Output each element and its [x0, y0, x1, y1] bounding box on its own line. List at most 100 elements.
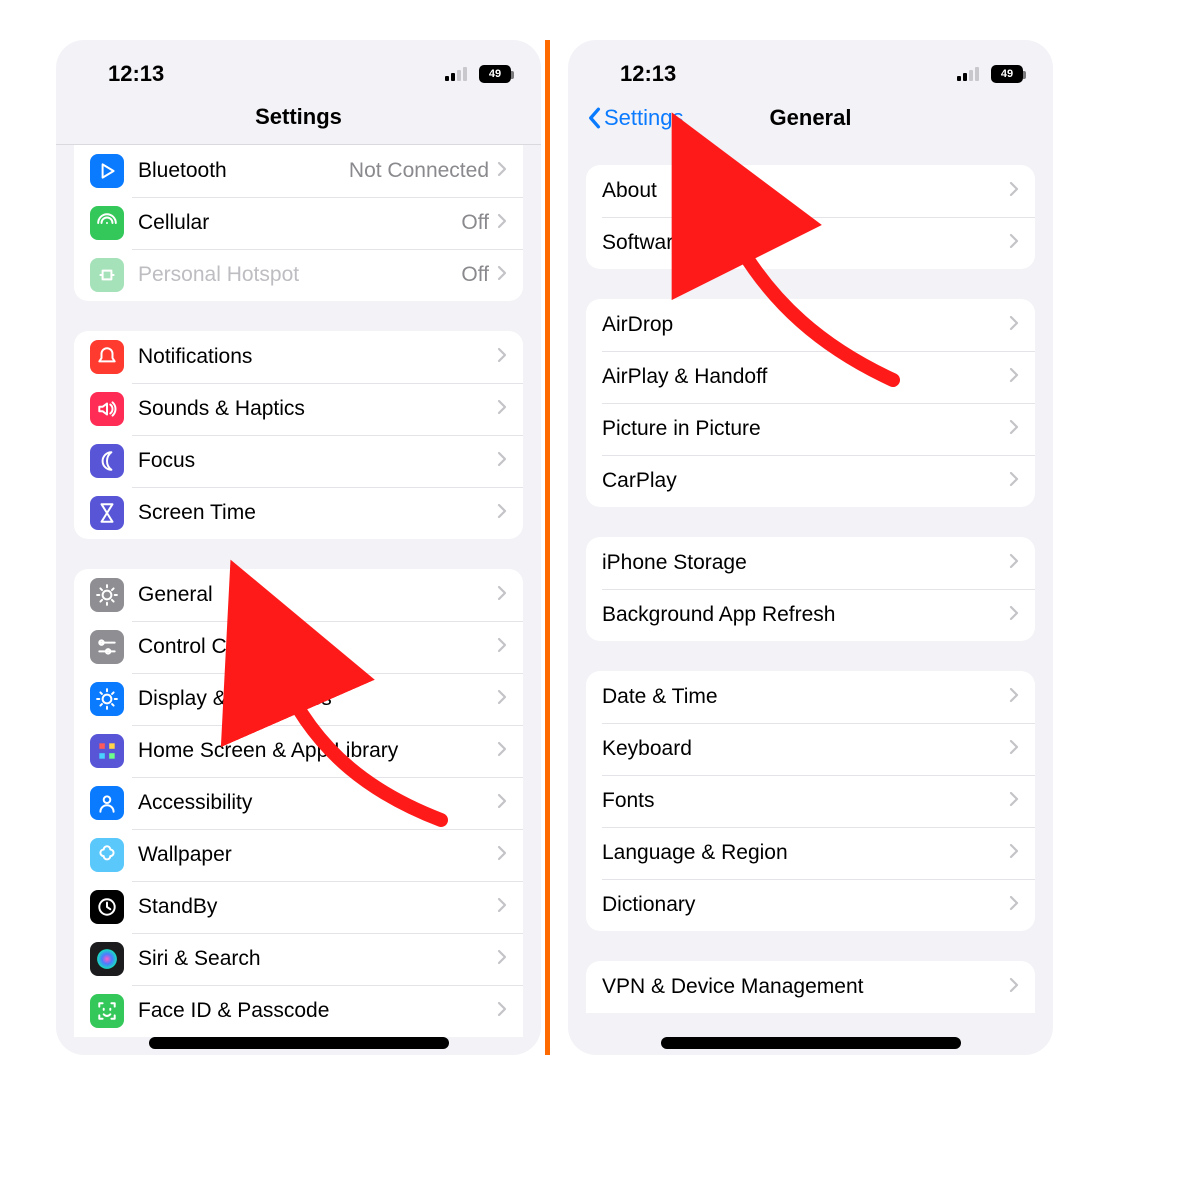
settings-group-connectivity: BluetoothNot ConnectedCellularOffPersona…: [74, 145, 523, 301]
row-label: Control Center: [138, 635, 497, 659]
row-label: Personal Hotspot: [138, 263, 461, 287]
row-label: CarPlay: [602, 469, 1009, 493]
row-label: Fonts: [602, 789, 1009, 813]
settings-row-iphone-storage[interactable]: iPhone Storage: [586, 537, 1035, 589]
settings-row-software-update[interactable]: Software Update: [586, 217, 1035, 269]
settings-row-cellular[interactable]: CellularOff: [74, 197, 523, 249]
row-label: Bluetooth: [138, 159, 349, 183]
cellular-signal-icon: [445, 67, 467, 81]
row-label: AirDrop: [602, 313, 1009, 337]
hotspot-icon: [90, 258, 124, 292]
status-time: 12:13: [620, 61, 676, 87]
chevron-right-icon: [497, 1001, 507, 1022]
row-label: Face ID & Passcode: [138, 999, 497, 1023]
chevron-right-icon: [1009, 553, 1019, 574]
clock-icon: [90, 890, 124, 924]
home-indicator[interactable]: [149, 1037, 449, 1049]
chevron-right-icon: [497, 793, 507, 814]
settings-row-sounds-haptics[interactable]: Sounds & Haptics: [74, 383, 523, 435]
settings-row-airplay-handoff[interactable]: AirPlay & Handoff: [586, 351, 1035, 403]
chevron-right-icon: [1009, 895, 1019, 916]
settings-row-wallpaper[interactable]: Wallpaper: [74, 829, 523, 881]
row-label: Picture in Picture: [602, 417, 1009, 441]
status-time: 12:13: [108, 61, 164, 87]
settings-row-display-brightness[interactable]: Display & Brightness: [74, 673, 523, 725]
bell-icon: [90, 340, 124, 374]
cellular-signal-icon: [957, 67, 979, 81]
settings-row-general[interactable]: General: [74, 569, 523, 621]
cellular-icon: [90, 206, 124, 240]
row-label: Sounds & Haptics: [138, 397, 497, 421]
settings-row-airdrop[interactable]: AirDrop: [586, 299, 1035, 351]
general-screen: 12:13 49 Settings General AboutSoftware …: [568, 40, 1053, 1055]
navbar: Settings General: [568, 90, 1053, 145]
home-indicator[interactable]: [661, 1037, 961, 1049]
row-value: Not Connected: [349, 159, 489, 183]
row-label: iPhone Storage: [602, 551, 1009, 575]
settings-row-standby[interactable]: StandBy: [74, 881, 523, 933]
toggles-icon: [90, 630, 124, 664]
settings-row-home-screen-app-library[interactable]: Home Screen & App Library: [74, 725, 523, 777]
chevron-right-icon: [497, 689, 507, 710]
settings-row-fonts[interactable]: Fonts: [586, 775, 1035, 827]
gear-icon: [90, 578, 124, 612]
row-label: AirPlay & Handoff: [602, 365, 1009, 389]
row-value: Off: [461, 211, 489, 235]
settings-row-about[interactable]: About: [586, 165, 1035, 217]
settings-row-bluetooth[interactable]: BluetoothNot Connected: [74, 145, 523, 197]
row-label: Siri & Search: [138, 947, 497, 971]
general-group-about: AboutSoftware Update: [586, 165, 1035, 269]
back-button[interactable]: Settings: [586, 105, 684, 131]
navbar: Settings: [56, 90, 541, 145]
settings-row-accessibility[interactable]: Accessibility: [74, 777, 523, 829]
chevron-right-icon: [497, 585, 507, 606]
chevron-right-icon: [1009, 977, 1019, 998]
divider: [545, 40, 550, 1055]
chevron-right-icon: [497, 503, 507, 524]
settings-row-siri-search[interactable]: Siri & Search: [74, 933, 523, 985]
settings-row-dictionary[interactable]: Dictionary: [586, 879, 1035, 931]
settings-row-notifications[interactable]: Notifications: [74, 331, 523, 383]
bluetooth-icon: [90, 154, 124, 188]
settings-row-language-region[interactable]: Language & Region: [586, 827, 1035, 879]
row-label: Date & Time: [602, 685, 1009, 709]
status-bar: 12:13 49: [568, 40, 1053, 90]
chevron-right-icon: [1009, 605, 1019, 626]
settings-row-background-app-refresh[interactable]: Background App Refresh: [586, 589, 1035, 641]
chevron-right-icon: [1009, 471, 1019, 492]
chevron-right-icon: [497, 451, 507, 472]
settings-row-screen-time[interactable]: Screen Time: [74, 487, 523, 539]
page-title: Settings: [255, 104, 342, 130]
settings-row-control-center[interactable]: Control Center: [74, 621, 523, 673]
chevron-right-icon: [497, 265, 507, 286]
settings-row-face-id-passcode[interactable]: Face ID & Passcode: [74, 985, 523, 1037]
chevron-right-icon: [497, 949, 507, 970]
settings-row-date-time[interactable]: Date & Time: [586, 671, 1035, 723]
hourglass-icon: [90, 496, 124, 530]
row-label: Dictionary: [602, 893, 1009, 917]
settings-row-keyboard[interactable]: Keyboard: [586, 723, 1035, 775]
moon-icon: [90, 444, 124, 478]
row-label: Accessibility: [138, 791, 497, 815]
chevron-right-icon: [497, 161, 507, 182]
settings-row-vpn-device-management[interactable]: VPN & Device Management: [586, 961, 1035, 1013]
chevron-right-icon: [497, 845, 507, 866]
general-group-datetime: Date & Time Keyboard Fonts Language & Regio…: [586, 671, 1035, 931]
row-label: Cellular: [138, 211, 461, 235]
chevron-right-icon: [497, 637, 507, 658]
siri-icon: [90, 942, 124, 976]
settings-row-personal-hotspot[interactable]: Personal HotspotOff: [74, 249, 523, 301]
settings-row-picture-in-picture[interactable]: Picture in Picture: [586, 403, 1035, 455]
faceid-icon: [90, 994, 124, 1028]
chevron-right-icon: [1009, 687, 1019, 708]
settings-group-notifications: Notifications Sounds & Haptics FocusScreen…: [74, 331, 523, 539]
settings-row-carplay[interactable]: CarPlay: [586, 455, 1035, 507]
chevron-right-icon: [497, 213, 507, 234]
battery-icon: 49: [479, 65, 511, 83]
flower-icon: [90, 838, 124, 872]
row-label: Notifications: [138, 345, 497, 369]
chevron-right-icon: [1009, 367, 1019, 388]
settings-row-focus[interactable]: Focus: [74, 435, 523, 487]
sun-icon: [90, 682, 124, 716]
battery-icon: 49: [991, 65, 1023, 83]
